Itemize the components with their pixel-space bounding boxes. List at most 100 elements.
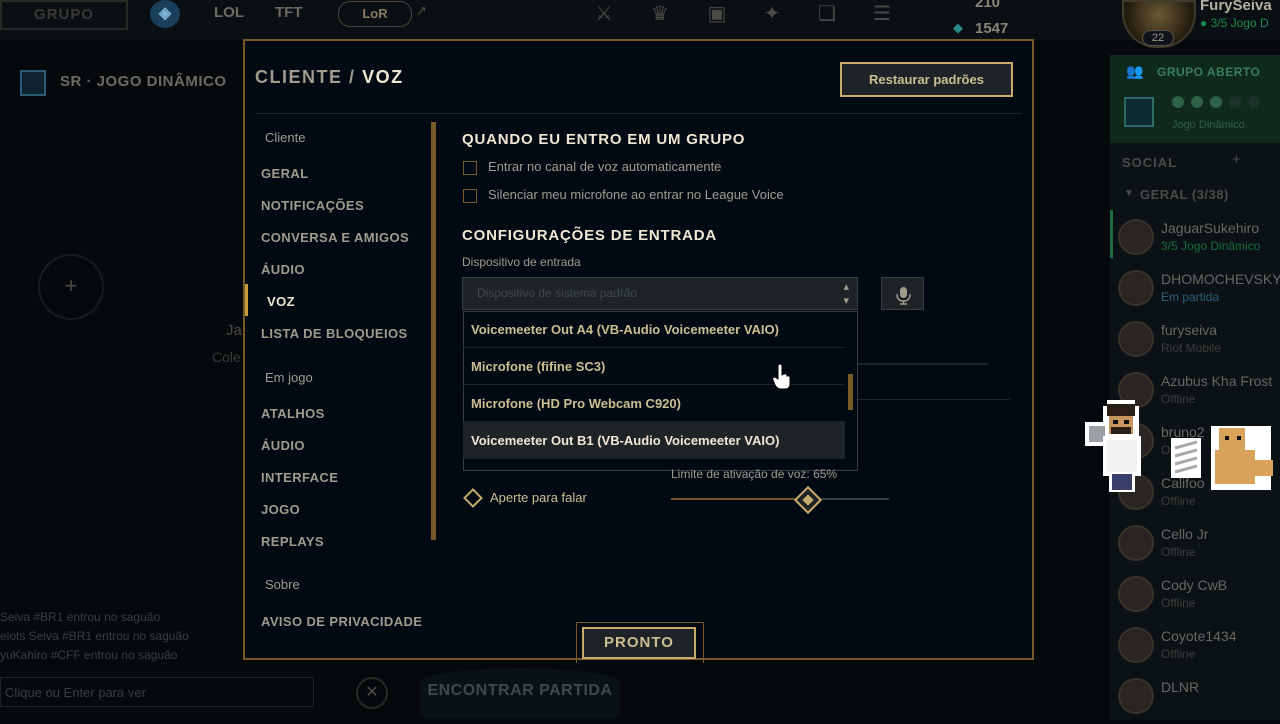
chat-input[interactable]: Clique ou Enter para ver <box>0 677 314 707</box>
summoner-status-text: 3/5 Jogo D <box>1210 16 1269 30</box>
sidebar-item-hotkeys[interactable]: ATALHOS <box>261 406 325 421</box>
friend-avatar <box>1118 525 1154 561</box>
lobby-chat-log: Seiva #BR1 entrou no saguão elots Seiva … <box>0 608 189 665</box>
input-device-label: Dispositivo de entrada <box>462 255 581 269</box>
social-label: SOCIAL <box>1122 155 1178 170</box>
breadcrumb-parent: CLIENTE <box>255 67 343 87</box>
lobby-member-name: Ja <box>226 322 242 339</box>
lobby-header: SR · JOGO DINÂMICO <box>20 66 250 98</box>
sidebar-item-game[interactable]: JOGO <box>261 502 300 517</box>
sidebar-active-indicator <box>245 284 248 316</box>
open-group-card[interactable]: 👥 GRUPO ABERTO Jogo Dinâmico <box>1110 55 1280 143</box>
sidebar-item-block-list[interactable]: LISTA DE BLOQUEIOS <box>261 326 408 341</box>
lobby-member-sub: Cole <box>212 349 241 365</box>
friend-name: Coyote1434 <box>1161 628 1237 644</box>
mute-on-join-label[interactable]: Silenciar meu microfone ao entrar no Lea… <box>488 187 784 202</box>
hand-cursor-icon <box>772 363 791 390</box>
friend-name: JaguarSukehiro <box>1161 220 1260 236</box>
chevron-down-icon[interactable]: ▼ <box>1124 188 1134 199</box>
friend-name: DHOMOCHEVSKY <box>1161 271 1280 287</box>
group-map-icon <box>1124 97 1154 127</box>
dropdown-scrollbar[interactable] <box>848 374 853 410</box>
friend-name: DLNR <box>1161 679 1200 695</box>
input-device-select[interactable]: Dispositivo de sistema padrão ▴ ▾ <box>462 277 858 310</box>
summoner-status: ● 3/5 Jogo D <box>1200 16 1269 30</box>
dropdown-option-hovered[interactable]: Voicemeeter Out B1 (VB-Audio Voicemeeter… <box>463 422 845 459</box>
sidebar-section-client: Cliente <box>265 130 306 145</box>
restore-defaults-button[interactable]: Restaurar padrões <box>840 62 1013 97</box>
sidebar-section-ingame: Em jogo <box>265 370 313 385</box>
group-slots <box>1172 95 1267 113</box>
sidebar-item-replays[interactable]: REPLAYS <box>261 534 324 549</box>
be-amount: 1547 <box>975 20 1009 37</box>
currency-icon[interactable]: ☰ <box>868 0 896 28</box>
sidebar-section-about: Sobre <box>265 577 300 592</box>
top-navigation-bar: GRUPO ◈ LOL TFT LoR ↗ ⚔ ♛ ▣ ✦ ❏ ☰ 210 ◆ … <box>0 0 1280 48</box>
sidebar-item-notifications[interactable]: NOTIFICAÇÕES <box>261 198 364 213</box>
friend-list-item[interactable]: JaguarSukehiro 3/5 Jogo Dinâmico <box>1110 215 1280 265</box>
sidebar-item-audio[interactable]: ÁUDIO <box>261 262 305 277</box>
play-button[interactable]: GRUPO <box>0 0 128 30</box>
dropdown-option[interactable]: Voicemeeter Out A4 (VB-Audio Voicemeeter… <box>463 311 845 348</box>
sidebar-item-chat-friends[interactable]: CONVERSA E AMIGOS <box>261 230 409 245</box>
group-open-subtitle: Jogo Dinâmico <box>1172 119 1245 131</box>
friend-avatar <box>1118 576 1154 612</box>
friend-group-header[interactable]: GERAL (3/38) <box>1140 187 1229 202</box>
sidebar-item-privacy[interactable]: AVISO DE PRIVACIDADE <box>261 614 422 629</box>
nav-lol[interactable]: LOL <box>214 4 244 21</box>
friend-list-item[interactable]: DLNR <box>1110 674 1280 724</box>
external-link-icon: ↗ <box>416 3 427 18</box>
sidebar-item-interface[interactable]: INTERFACE <box>261 470 338 485</box>
league-logo-icon[interactable]: ◈ <box>150 0 180 28</box>
friend-list-item[interactable]: Cody CwB Offline <box>1110 572 1280 622</box>
nav-tft[interactable]: TFT <box>275 4 303 21</box>
friend-list-item[interactable]: furyseiva Riot Mobile <box>1110 317 1280 367</box>
store-icon[interactable]: ❏ <box>813 0 841 28</box>
sidebar-scrollbar[interactable] <box>431 122 436 540</box>
group-section-header: QUANDO EU ENTRO EM UM GRUPO <box>462 131 746 148</box>
friend-status: Offline <box>1161 596 1196 610</box>
summoner-name: FurySeiva <box>1200 0 1272 14</box>
auto-join-label[interactable]: Entrar no canal de voz automaticamente <box>488 159 721 174</box>
title-divider <box>255 113 1022 114</box>
chat-line: elots Seiva #BR1 entrou no saguão <box>0 629 189 643</box>
clash-icon[interactable]: ⚔ <box>590 0 618 28</box>
friend-name: Cello Jr <box>1161 526 1209 542</box>
friend-status: Em partida <box>1161 290 1220 304</box>
invite-slot-button[interactable]: + <box>38 254 104 320</box>
output-volume-slider-track[interactable] <box>858 363 988 365</box>
microphone-icon <box>896 287 911 305</box>
blue-essence-icon: ◆ <box>953 20 963 35</box>
friend-status: Offline <box>1161 545 1196 559</box>
voice-activation-label: Limite de ativação de voz: 65% <box>671 467 838 481</box>
friend-avatar <box>1118 219 1154 255</box>
rp-amount: 210 <box>975 0 1001 11</box>
add-friend-icon[interactable]: + <box>1232 151 1241 168</box>
find-match-button[interactable]: ENCONTRAR PARTIDA <box>420 668 620 718</box>
profile-trophy-icon[interactable]: ♛ <box>646 0 674 28</box>
nav-lor[interactable]: LoR <box>338 1 412 27</box>
select-arrows-icon: ▴ ▾ <box>843 281 849 307</box>
friend-avatar <box>1118 270 1154 306</box>
auto-join-checkbox[interactable] <box>463 161 477 175</box>
collection-icon[interactable]: ▣ <box>703 0 731 28</box>
input-device-value: Dispositivo de sistema padrão <box>477 286 638 300</box>
chat-line: Seiva #BR1 entrou no saguão <box>0 610 161 624</box>
sidebar-item-voice[interactable]: VOZ <box>267 294 295 309</box>
push-to-talk-label[interactable]: Aperte para falar <box>490 490 587 505</box>
voice-activation-fill <box>671 498 811 500</box>
sidebar-item-ingame-audio[interactable]: ÁUDIO <box>261 438 305 453</box>
done-button[interactable]: PRONTO <box>582 627 696 659</box>
breadcrumb-current: VOZ <box>362 67 404 87</box>
chat-line: yuKahiro #CFF entrou no saguão <box>0 648 178 662</box>
mute-on-join-checkbox[interactable] <box>463 189 477 203</box>
friend-avatar <box>1118 678 1154 714</box>
leave-lobby-button[interactable]: ✕ <box>356 677 388 709</box>
friend-list-item[interactable]: Coyote1434 Offline <box>1110 623 1280 673</box>
sidebar-item-general[interactable]: GERAL <box>261 166 309 181</box>
friend-list-item[interactable]: Cello Jr Offline <box>1110 521 1280 571</box>
mic-test-button[interactable] <box>881 277 924 310</box>
loot-icon[interactable]: ✦ <box>758 0 786 28</box>
friend-list-item[interactable]: DHOMOCHEVSKY Em partida <box>1110 266 1280 316</box>
lor-label: LoR <box>362 6 388 21</box>
